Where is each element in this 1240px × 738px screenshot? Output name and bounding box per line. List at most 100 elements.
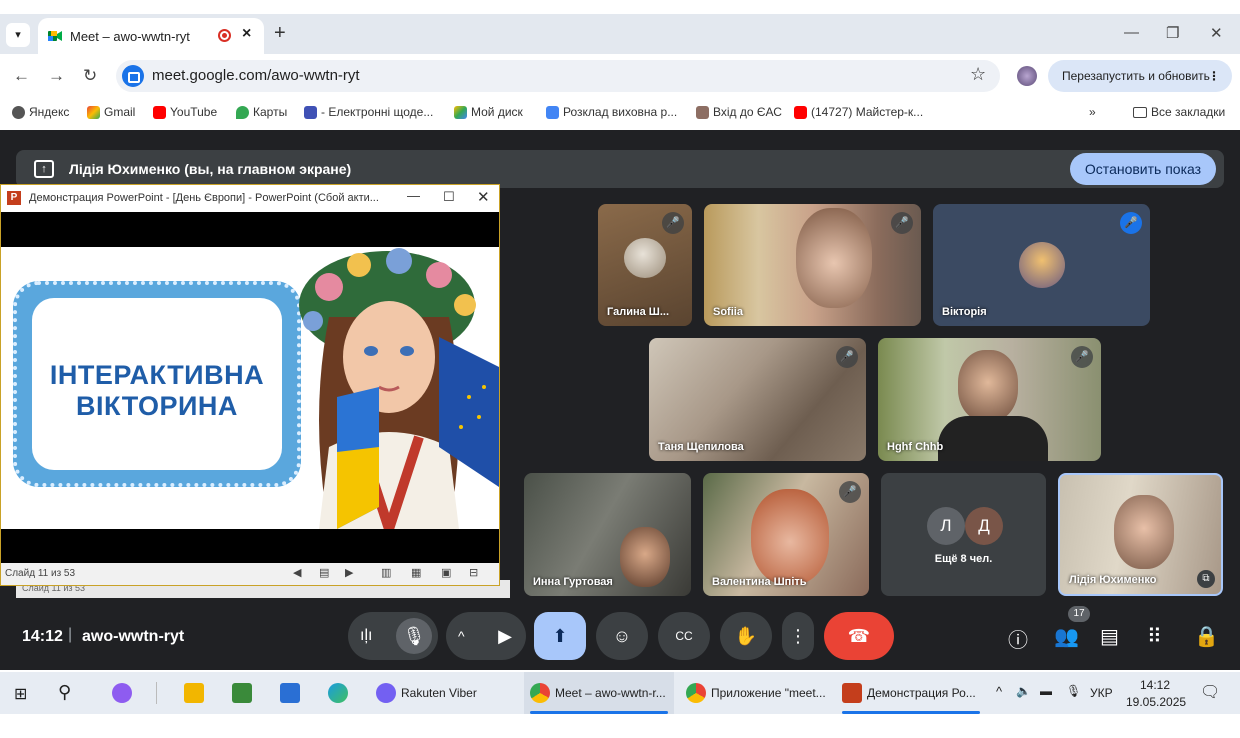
battery-icon[interactable]: ▬ xyxy=(1040,684,1052,698)
notification-icon[interactable]: 🗨 xyxy=(1200,682,1220,702)
windows-taskbar: ⊞ ⚲ Rakuten Viber Meet – awo-wwtn-r... П… xyxy=(0,672,1240,714)
relaunch-label: Перезапустить и обновить xyxy=(1062,69,1210,83)
participant-tile[interactable]: 🎤 Валентина Шпіть xyxy=(703,473,869,596)
close-icon[interactable]: ✕ xyxy=(477,188,490,206)
chat-icon[interactable]: ▤ xyxy=(1100,624,1119,649)
normal-view-icon[interactable]: ▥ xyxy=(381,566,391,579)
bookmark-drive[interactable]: Мой диск xyxy=(454,105,523,119)
menu-dots-icon[interactable]: ⋮ xyxy=(1208,60,1220,92)
relaunch-button[interactable]: Перезапустить и обновить ⋮ xyxy=(1048,60,1232,92)
present-button[interactable]: ⬆ xyxy=(534,612,586,660)
minimize-icon[interactable]: — xyxy=(407,188,420,203)
participant-tile[interactable]: Инна Гуртовая xyxy=(524,473,691,596)
bookmark-maps[interactable]: Карты xyxy=(236,105,287,119)
participant-tile[interactable]: 🎤 Sofiia xyxy=(704,204,921,326)
meeting-code: awo-wwtn-ryt xyxy=(82,628,185,645)
all-bookmarks[interactable]: Все закладки xyxy=(1133,105,1225,119)
site-info-icon[interactable] xyxy=(122,65,144,87)
mic-off-icon: 🎤 xyxy=(1071,346,1093,368)
taskbar-app-meet-pwa[interactable]: Приложение "meet... xyxy=(680,672,830,714)
mic-tray-icon[interactable]: 🎙 xyxy=(1066,684,1081,698)
powerpoint-titlebar[interactable]: P Демонстрация PowerPoint - [День Європи… xyxy=(1,185,499,212)
participant-tile-self[interactable]: Лідія Юхименко ⧉ xyxy=(1058,473,1223,596)
bookmark-youtube[interactable]: YouTube xyxy=(153,105,217,119)
participant-tile[interactable]: 🎤 Вікторія xyxy=(933,204,1150,326)
participant-tile[interactable]: 🎤 Таня Щепилова xyxy=(649,338,866,461)
file-explorer-icon[interactable] xyxy=(184,683,204,703)
camera-icon[interactable]: ▶ xyxy=(488,612,522,660)
raise-hand-button[interactable]: ✋ xyxy=(720,612,772,660)
bookmark-journal[interactable]: - Електронні щоде... xyxy=(304,105,433,119)
bookmarks-bar: Яндекс Gmail YouTube Карты - Електронні … xyxy=(0,98,1240,128)
bookmark-star-icon[interactable]: ☆ xyxy=(970,64,986,85)
powerpoint-window[interactable]: P Демонстрация PowerPoint - [День Європи… xyxy=(0,184,500,586)
forward-icon[interactable]: → xyxy=(48,66,65,86)
leave-call-button[interactable]: ☎ xyxy=(824,612,894,660)
bookmark-gmail[interactable]: Gmail xyxy=(87,105,135,119)
taskbar-app-meet[interactable]: Meet – awo-wwtn-r... xyxy=(524,672,674,714)
bookmark-schedule[interactable]: Розклад виховна р... xyxy=(546,105,677,119)
taskbar-time[interactable]: 14:12 xyxy=(1140,678,1170,692)
stop-presenting-button[interactable]: Остановить показ xyxy=(1070,153,1216,185)
next-slide-icon[interactable]: ▶ xyxy=(345,566,353,579)
tab-search-button[interactable]: ▾ xyxy=(6,23,30,47)
outlook-icon[interactable] xyxy=(280,683,300,703)
presenting-title: Лідія Юхименко (вы, на главном экране) xyxy=(69,161,352,177)
search-icon[interactable]: ⚲ xyxy=(58,682,71,703)
tab-title: Meet – awo-wwtn-ryt xyxy=(70,29,190,44)
activities-icon[interactable]: ⠿ xyxy=(1147,624,1162,649)
pin-icon[interactable]: ⧉ xyxy=(1197,570,1215,588)
start-icon[interactable]: ⊞ xyxy=(14,684,27,704)
hand-icon: ✋ xyxy=(734,626,758,646)
edge-icon[interactable] xyxy=(328,683,348,703)
language-indicator[interactable]: УКР xyxy=(1090,686,1113,700)
omnibox[interactable]: meet.google.com/awo-wwtn-ryt ☆ xyxy=(116,60,1000,92)
close-window-icon[interactable]: ✕ xyxy=(1210,24,1223,42)
info-icon[interactable]: ⓘ xyxy=(1008,624,1028,653)
mic-icon[interactable]: 🎙 xyxy=(396,618,432,654)
new-tab-button[interactable]: + xyxy=(274,22,286,45)
more-options-button[interactable]: ⋮ xyxy=(782,612,814,660)
slide-sorter-icon[interactable]: ▦ xyxy=(411,566,421,579)
taskbar-app-powerpoint[interactable]: Демонстрация Ро... xyxy=(836,672,986,714)
viber-icon xyxy=(376,683,396,703)
minimize-icon[interactable]: — xyxy=(1124,24,1139,41)
slideshow-icon[interactable]: ⊟ xyxy=(469,566,478,579)
taskbar-app-viber[interactable]: Rakuten Viber xyxy=(370,672,518,714)
volume-icon[interactable]: 🔈 xyxy=(1016,684,1031,698)
profile-avatar[interactable] xyxy=(1017,66,1037,86)
participant-name: Вікторія xyxy=(942,306,987,318)
store-icon[interactable] xyxy=(232,683,252,703)
taskbar-date[interactable]: 19.05.2025 xyxy=(1126,695,1186,709)
bookmark-masterclass[interactable]: (14727) Майстер-к... xyxy=(794,105,923,119)
people-icon[interactable]: 👥 xyxy=(1054,624,1079,649)
mic-off-icon: 🎤 xyxy=(839,481,861,503)
chevron-up-icon[interactable]: ^ xyxy=(458,612,465,660)
restore-icon[interactable]: ❐ xyxy=(1166,24,1179,42)
copilot-icon[interactable] xyxy=(112,683,132,703)
url-text[interactable]: meet.google.com/awo-wwtn-ryt xyxy=(152,67,360,84)
host-controls-icon[interactable]: 🔒 xyxy=(1194,624,1219,649)
tab-meet[interactable]: Meet – awo-wwtn-ryt × xyxy=(38,18,264,54)
bookmark-eas[interactable]: Вхід до ЄАС xyxy=(696,105,782,119)
back-icon[interactable]: ← xyxy=(13,66,30,86)
meet-favicon-icon xyxy=(48,31,62,41)
reload-icon[interactable]: ↻ xyxy=(83,66,97,86)
chrome-icon xyxy=(530,683,550,703)
tray-chevron-icon[interactable]: ^ xyxy=(996,684,1002,699)
close-tab-icon[interactable]: × xyxy=(242,25,251,43)
more-participants-tile[interactable]: Л Д Ещё 8 чел. xyxy=(881,473,1046,596)
emoji-button[interactable]: ☺ xyxy=(596,612,648,660)
participant-tile[interactable]: 🎤 Галина Ш... xyxy=(598,204,692,326)
notes-icon[interactable]: ▤ xyxy=(319,566,329,579)
divider xyxy=(156,682,157,704)
video-feed xyxy=(751,489,829,585)
captions-button[interactable]: CC xyxy=(658,612,710,660)
bookmark-yandex[interactable]: Яндекс xyxy=(12,105,69,119)
participant-tile[interactable]: 🎤 Hghf Chhb xyxy=(878,338,1101,461)
reading-view-icon[interactable]: ▣ xyxy=(441,566,451,579)
bookmarks-overflow[interactable]: » xyxy=(1089,105,1096,119)
avatar xyxy=(624,238,666,278)
maximize-icon[interactable]: ☐ xyxy=(443,189,455,205)
prev-slide-icon[interactable]: ◀ xyxy=(293,566,301,579)
